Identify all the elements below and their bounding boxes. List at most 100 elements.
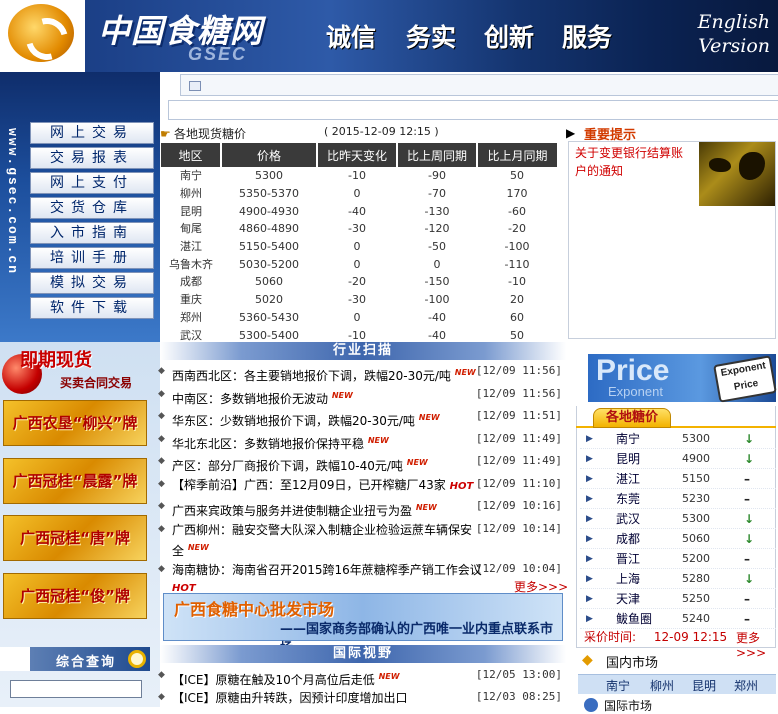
cell-price: 5150-5400: [239, 240, 299, 254]
col-vs-last-month: 比上月同期: [477, 143, 557, 167]
brand-banner-jun[interactable]: 广西冠桂“俊”牌: [3, 573, 147, 619]
regional-price-row[interactable]: ▶ 成都 5060 ↓: [580, 529, 776, 549]
new-badge: NEW: [367, 435, 389, 445]
brand-banner-chenlu[interactable]: 广西冠桂“晨露”牌: [3, 458, 147, 504]
cell-vs-last-month: -10: [508, 275, 526, 289]
regional-price-row[interactable]: ▶ 湛江 5150 –: [580, 469, 776, 489]
news-title[interactable]: 【ICE】原糖在触及10个月高位后走低 NEW: [172, 668, 482, 689]
news-title[interactable]: 产区：部分厂商报价下调，跌幅10-40元/吨 NEW: [172, 454, 482, 475]
cell-vs-yesterday: -40: [348, 204, 366, 218]
nav-online-payment[interactable]: 网上支付: [30, 172, 154, 194]
hot-badge: HOT: [449, 480, 474, 492]
cell-vs-last-month: 20: [510, 293, 524, 307]
nav-online-trading[interactable]: 网上交易: [30, 122, 154, 144]
news-title[interactable]: 中南区：多数销地报价无波动 NEW: [172, 387, 482, 408]
news-title[interactable]: 广西来宾政策与服务并进使制糖企业扭亏为盈 NEW: [172, 499, 482, 520]
nav-training-manual[interactable]: 培训手册: [30, 247, 154, 269]
news-title-text: 【ICE】原糖由升转跌，因预计印度增加出口: [172, 691, 408, 705]
news-title[interactable]: 西南西北区：各主要销地报价下调，跌幅20-30元/吨 NEW: [172, 364, 482, 385]
slogan-integrity: 诚信: [326, 23, 377, 52]
brand-banner-liuxing[interactable]: 广西农垦“柳兴”牌: [3, 400, 147, 446]
bullet-icon: ◆: [158, 366, 165, 376]
regional-price-row[interactable]: ▶ 武汉 5300 ↓: [580, 509, 776, 529]
site-header: 中国食糖网 GSEC 诚信 务实 创新 服务 English Version: [0, 0, 778, 72]
english-version-link[interactable]: English Version: [670, 10, 770, 58]
brand-banner-tang[interactable]: 广西冠桂“唐”牌: [3, 515, 147, 561]
arrow-icon: ▶: [586, 454, 593, 464]
arrow-icon: ▶: [586, 494, 593, 504]
cell-price: 5300-5400: [239, 328, 299, 341]
city-name: 晋江: [616, 552, 641, 566]
regional-price-row[interactable]: ▶ 东莞 5230 –: [580, 489, 776, 509]
intl-market-title[interactable]: 国际市场: [604, 697, 652, 714]
cell-price: 5300: [255, 169, 283, 183]
regional-price-row[interactable]: ▶ 上海 5280 ↓: [580, 569, 776, 589]
city-price: 5060: [682, 532, 710, 545]
cell-region: 柳州: [180, 187, 202, 201]
cell-vs-last-month: 170: [506, 187, 528, 201]
news-title-text: 广西来宾政策与服务并进使制糖企业扭亏为盈: [172, 504, 413, 518]
new-badge: NEW: [187, 542, 209, 552]
spot-price-scroll[interactable]: 地区 价格 比昨天变化 比上周同期 比上月同期 南宁 5300 -10 -90 50 柳州…: [161, 143, 557, 341]
wholesale-market-banner[interactable]: 广西食糖中心批发市场 ——国家商务部确认的广西唯一业内重点联系市场: [163, 593, 563, 656]
new-badge: NEW: [454, 368, 476, 377]
news-date: [12/09 11:49]: [475, 431, 562, 445]
news-date: [12/09 10:14]: [475, 521, 562, 535]
slogan-service: 服务: [562, 23, 613, 52]
cell-vs-last-week: -100: [424, 293, 450, 307]
regional-price-row[interactable]: ▶ 晋江 5200 –: [580, 549, 776, 569]
down-arrow-icon: ↓: [744, 512, 755, 526]
spot-contract-banner[interactable]: 即期现货 买卖合同交易: [2, 346, 158, 396]
notice-box: 关于变更银行结算账户的通知: [568, 141, 776, 339]
cell-vs-last-month: 50: [510, 328, 524, 341]
nav-software-download[interactable]: 软件下载: [30, 297, 154, 319]
nav-market-guide[interactable]: 入市指南: [30, 222, 154, 244]
bullet-icon: ◆: [158, 388, 165, 399]
domestic-city-zhengzhou[interactable]: 郑州: [734, 677, 758, 694]
image-placeholder-icon: [189, 81, 201, 91]
news-date: [12/09 11:49]: [475, 454, 562, 467]
bullet-icon: ◆: [158, 670, 165, 680]
spot-price-row: 昆明 4900-4930 -40 -130 -60: [161, 202, 557, 220]
cell-vs-last-month: -100: [504, 240, 530, 254]
regional-price-row[interactable]: ▶ 昆明 4900 ↓: [580, 449, 776, 469]
domestic-city-kunming[interactable]: 昆明: [692, 677, 716, 694]
regional-price-row[interactable]: ▶ 鲅鱼圈 5240 –: [580, 609, 776, 629]
regional-price-row[interactable]: ▶ 南宁 5300 ↓: [580, 429, 776, 449]
news-date: [12/09 11:10]: [475, 476, 562, 490]
news-title[interactable]: 广西柳州：融安交警大队深入制糖企业检验运蔗车辆保安全 NEW: [172, 522, 482, 560]
domestic-market-title[interactable]: 国内市场: [606, 652, 658, 671]
nav-delivery-warehouse[interactable]: 交货仓库: [30, 197, 154, 219]
magnifier-icon[interactable]: [128, 650, 146, 668]
news-title[interactable]: 华北东北区：多数销地报价保持平稳 NEW: [172, 432, 482, 453]
news-title-text: 产区：部分厂商报价下调，跌幅10-40元/吨: [172, 459, 403, 473]
news-date: [12/09 11:56]: [475, 364, 562, 377]
news-title[interactable]: 海南糖协：海南省召开2015跨16年蔗糖榨季产销工作会议 HOT: [172, 562, 482, 597]
bullet-icon: ◆: [158, 478, 165, 489]
cell-region: 乌鲁木齐: [169, 257, 213, 271]
cell-price: 5060: [255, 275, 283, 289]
news-title[interactable]: 【榨季前沿】广西：至12月09日，已开榨糖厂43家 HOT: [172, 477, 482, 495]
query-input[interactable]: [10, 680, 142, 698]
news-title-text: 【ICE】原糖在触及10个月高位后走低: [172, 673, 375, 687]
city-name: 上海: [616, 572, 641, 586]
notice-link[interactable]: 关于变更银行结算账户的通知: [575, 144, 693, 180]
nav-simulated-trading[interactable]: 模拟交易: [30, 272, 154, 294]
domestic-city-liuzhou[interactable]: 柳州: [650, 677, 674, 694]
arrow-icon: ▶: [586, 614, 593, 624]
news-title[interactable]: 【ICE】原糖由升转跌，因预计印度增加出口: [172, 690, 482, 707]
cell-vs-yesterday: -10: [348, 328, 366, 341]
regional-price-row[interactable]: ▶ 天津 5250 –: [580, 589, 776, 609]
domestic-city-nanning[interactable]: 南宁: [606, 677, 630, 694]
nav-trade-reports[interactable]: 交易报表: [30, 147, 154, 169]
regional-prices-tab[interactable]: 各地糖价: [593, 408, 671, 428]
city-price: 5250: [682, 592, 710, 605]
news-title-text: 广西柳州：融安交警大队深入制糖企业检验运蔗车辆保安全: [172, 522, 473, 558]
globe-icon: [584, 698, 598, 712]
price-exponent-banner[interactable]: Price Exponent Exponent Price: [588, 354, 777, 403]
cell-price: 5360-5430: [239, 310, 299, 324]
price-tag-icon: Exponent Price: [713, 355, 777, 403]
marquee-bar: [180, 74, 778, 96]
spot-price-row: 湛江 5150-5400 0 -50 -100: [161, 238, 557, 256]
news-title[interactable]: 华东区：少数销地报价下调，跌幅20-30元/吨 NEW: [172, 409, 482, 430]
